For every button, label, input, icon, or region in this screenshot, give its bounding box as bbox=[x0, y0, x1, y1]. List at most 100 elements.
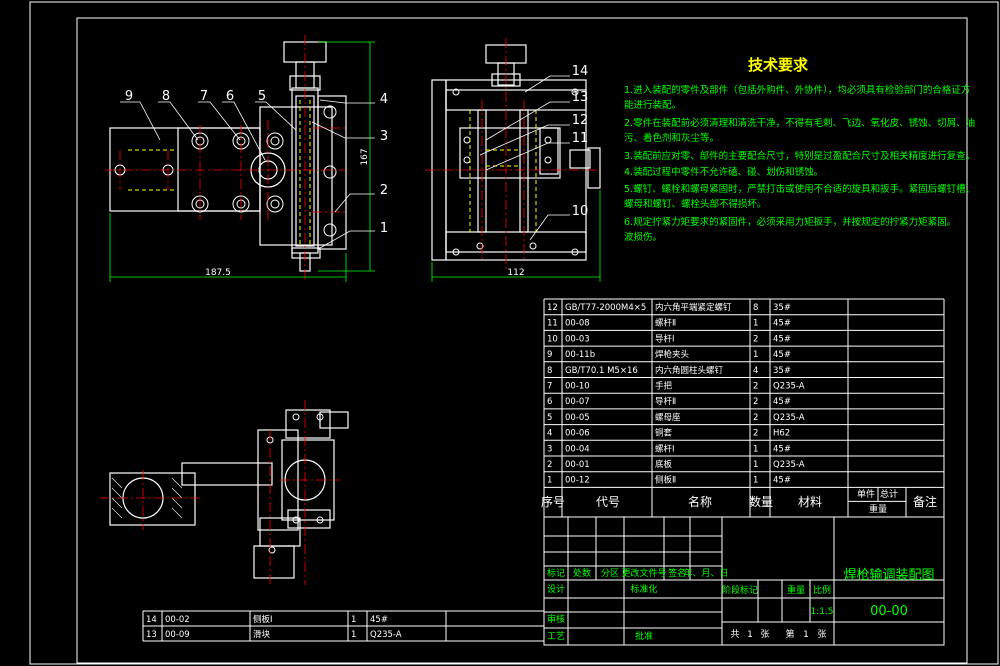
balloon-13: 13 bbox=[572, 90, 589, 105]
bom-cell-material: 45# bbox=[773, 397, 791, 407]
bom-cell-name: 导杆Ⅰ bbox=[655, 333, 675, 344]
bom-header-qty: 数量 bbox=[749, 494, 773, 509]
balloon-3: 3 bbox=[380, 129, 388, 144]
bom-cell-qty: 8 bbox=[753, 303, 758, 313]
requirement-line: 5.螺钉、螺栓和螺母紧固时，严禁打击或使用不合适的旋具和扳手。紧固后螺钉槽、 bbox=[624, 183, 975, 195]
balloon-14: 14 bbox=[572, 64, 589, 79]
front-view: 187.5 167 9 8 7 6 5 4 3 2 1 bbox=[105, 35, 388, 282]
requirement-line: 6.规定拧紧力矩要求的紧固件，必须采用力矩扳手，并按规定的拧紧力矩紧固。 bbox=[624, 216, 956, 228]
bom-cell-no: 10 bbox=[547, 334, 558, 344]
bom-cell-code: 00-05 bbox=[565, 413, 590, 423]
bom-cell-qty: 4 bbox=[753, 366, 758, 376]
bom-cell-material: Q235-A bbox=[773, 382, 805, 392]
bill-of-materials: 12 GB/T77-2000M4×5 内六角平端紧定螺钉 8 35#11 00-08 螺杆Ⅱ… bbox=[541, 298, 945, 518]
bom-cell-material: Q235-A bbox=[370, 630, 402, 640]
tb-mark: 标记 bbox=[547, 567, 565, 579]
bom-header-name: 名称 bbox=[688, 494, 712, 509]
tb-process: 工艺 bbox=[547, 631, 565, 642]
top-view bbox=[100, 400, 349, 585]
bom-cell-name: 手把 bbox=[655, 381, 673, 392]
bom-cell-qty: 2 bbox=[753, 413, 758, 423]
sheet-frame bbox=[29, 1, 999, 665]
bom-header-total: 总计 bbox=[880, 488, 898, 500]
bom-cell-name: 铜套 bbox=[655, 428, 673, 439]
bom-cell-name: 侧板Ⅰ bbox=[253, 614, 273, 625]
tb-change-doc: 更改文件号 bbox=[621, 567, 666, 579]
tb-sheet-total: 1 bbox=[747, 630, 753, 640]
bom-cell-qty: 2 bbox=[753, 382, 758, 392]
requirement-line: 3.装配前应对零、部件的主要配合尺寸，特别是过盈配合尺寸及相关精度进行复查。 bbox=[624, 150, 975, 162]
bom-cell-code: 00-03 bbox=[565, 334, 590, 344]
tb-count: 处数 bbox=[573, 567, 591, 579]
bom-cell-no: 5 bbox=[547, 413, 552, 423]
side-view: 112 14 13 12 11 10 bbox=[425, 38, 601, 282]
bom-cell-code: 00-01 bbox=[565, 460, 590, 470]
requirement-line: 波损伤。 bbox=[624, 231, 662, 243]
bom-cell-material: 45# bbox=[370, 615, 388, 625]
tb-weight: 重量 bbox=[787, 584, 805, 596]
bom-cell-code: 00-11b bbox=[565, 350, 595, 360]
bom-cell-no: 2 bbox=[547, 460, 552, 470]
bom-header-material: 材料 bbox=[798, 495, 822, 509]
bom-cell-material: Q235-A bbox=[773, 460, 805, 470]
bom-cell-qty: 1 bbox=[351, 630, 356, 640]
bom-cell-name: 侧板Ⅱ bbox=[655, 475, 676, 486]
bom-cell-qty: 1 bbox=[753, 350, 758, 360]
requirements-title: 技术要求 bbox=[748, 56, 809, 74]
drawing-number: 00-00 bbox=[870, 604, 908, 619]
bom-cell-no: 14 bbox=[146, 615, 157, 625]
bom-cell-material: 45# bbox=[773, 350, 791, 360]
tb-review: 审核 bbox=[547, 613, 565, 625]
balloon-2: 2 bbox=[380, 183, 388, 198]
tb-scale-value: 1:1.5 bbox=[810, 607, 833, 617]
bill-of-materials-lower: 14 00-02 侧板Ⅰ 1 45# 13 00-09 滑块 1 Q235-A bbox=[142, 610, 545, 642]
bom-header-unit: 单件 bbox=[857, 488, 875, 500]
bom-cell-no: 8 bbox=[547, 366, 552, 376]
bom-cell-name: 导杆Ⅱ bbox=[655, 396, 676, 407]
bom-cell-code: 00-09 bbox=[165, 630, 190, 640]
bom-cell-qty: 1 bbox=[351, 615, 356, 625]
bom-cell-no: 3 bbox=[547, 444, 552, 454]
balloon-9: 9 bbox=[125, 89, 133, 104]
bom-cell-name: 内六角平端紧定螺钉 bbox=[655, 302, 732, 313]
bom-cell-material: Q235-A bbox=[773, 413, 805, 423]
requirement-line: 2.零件在装配前必须清理和清洗干净，不得有毛刺、飞边、氧化皮、锈蚀、切屑、油 bbox=[624, 117, 975, 129]
drawing-title: 焊枪输调装配图 bbox=[843, 567, 934, 583]
bom-cell-code: GB/T77-2000M4×5 bbox=[565, 303, 646, 313]
bom-cell-code: 00-08 bbox=[565, 319, 590, 329]
balloon-7: 7 bbox=[200, 89, 208, 104]
bom-cell-name: 螺母座 bbox=[655, 412, 681, 423]
bom-cell-name: 螺杆Ⅰ bbox=[655, 443, 675, 454]
title-block: 标记 处数 分区 更改文件号 签名 年、月、日 设计 标准化 阶段标记 重量 比… bbox=[543, 516, 945, 646]
assembly-drawing-sheet: 187.5 167 9 8 7 6 5 4 3 2 1 112 14 13 12… bbox=[29, 1, 999, 665]
bom-cell-qty: 2 bbox=[753, 397, 758, 407]
bom-cell-code: GB/T70.1 M5×16 bbox=[565, 366, 638, 376]
tb-approve: 批准 bbox=[635, 630, 653, 642]
bom-cell-qty: 1 bbox=[753, 460, 758, 470]
bom-cell-code: 00-12 bbox=[565, 476, 590, 486]
balloon-6: 6 bbox=[226, 89, 234, 104]
bom-cell-code: 00-06 bbox=[565, 429, 590, 439]
bom-header-no: 序号 bbox=[541, 494, 565, 509]
balloon-5: 5 bbox=[258, 89, 266, 104]
front-height-dim: 167 bbox=[360, 148, 370, 165]
tb-scale-label: 比例 bbox=[813, 584, 831, 596]
bom-cell-no: 13 bbox=[146, 630, 157, 640]
bom-cell-material: H62 bbox=[773, 429, 790, 439]
front-width-dim: 187.5 bbox=[205, 268, 231, 278]
bom-header-code: 代号 bbox=[596, 495, 620, 509]
technical-requirements: 技术要求 1.进入装配的零件及部件（包括外购件、外协件），均必须具有检验部门的合… bbox=[624, 56, 975, 243]
balloon-8: 8 bbox=[162, 89, 170, 104]
bom-cell-qty: 2 bbox=[753, 429, 758, 439]
balloon-1: 1 bbox=[380, 221, 388, 236]
balloon-10: 10 bbox=[572, 204, 589, 219]
bom-cell-code: 00-07 bbox=[565, 397, 590, 407]
bom-cell-qty: 1 bbox=[753, 444, 758, 454]
bom-cell-material: 35# bbox=[773, 366, 791, 376]
bom-cell-no: 11 bbox=[547, 319, 558, 329]
bom-cell-name: 底板 bbox=[655, 459, 673, 470]
bom-cell-name: 内六角圆柱头螺钉 bbox=[655, 365, 724, 376]
balloon-11: 11 bbox=[572, 131, 589, 146]
bom-cell-material: 45# bbox=[773, 476, 791, 486]
bom-header-weight: 重量 bbox=[869, 503, 887, 515]
